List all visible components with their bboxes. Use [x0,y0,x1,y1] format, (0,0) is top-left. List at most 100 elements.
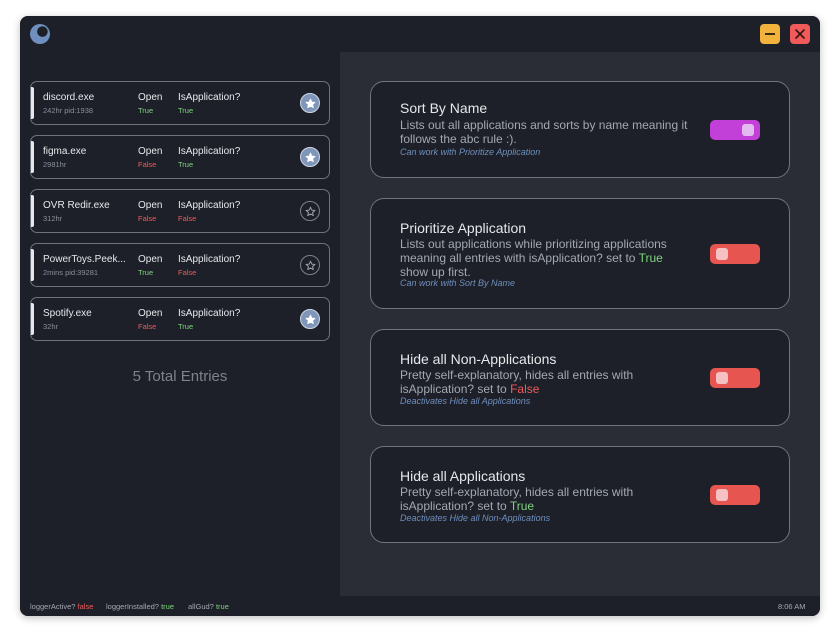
star-icon [305,314,315,324]
setting-title: Hide all Non-Applications [400,351,557,367]
logger-installed-status: loggerInstalled? true [106,602,174,611]
star-icon [305,206,315,216]
isapplication-value: True [178,160,194,169]
entry-accent-bar [31,87,34,119]
entry-uptime: 312hr [43,214,63,223]
entry-name: PowerToys.Peek... [43,254,126,265]
isapplication-label: IsApplication? [178,146,241,157]
isapplication-value: True [178,322,194,331]
entry-card[interactable]: discord.exe 242hr pid:1938 Open True IsAppli… [30,81,330,125]
entry-name: Spotify.exe [43,308,92,319]
entry-name: discord.exe [43,92,95,103]
entry-accent-bar [31,141,34,173]
entry-name: figma.exe [43,146,87,157]
entry-uptime: 2981hr [43,160,67,169]
toggle-knob[interactable] [716,248,728,260]
open-label: Open [138,92,163,103]
entry-card[interactable]: figma.exe 2981hr Open False IsApplication? Tr… [30,135,330,179]
entry-accent-bar [31,249,34,281]
description-text: Lists out applications while prioritizin… [400,237,667,265]
setting-title: Sort By Name [400,100,488,116]
description-text-end: show up first. [400,265,471,279]
open-value: False [138,160,157,169]
isapplication-label: IsApplication? [178,254,241,265]
setting-note: Can work with Prioritize Application [400,147,541,157]
entry-card[interactable]: PowerToys.Peek... 2mins pid:39281 Open True… [30,243,330,287]
isapplication-value: True [178,106,194,115]
open-value: False [138,214,157,223]
description-value: True [509,499,535,513]
setting-description: Lists out applications while prioritizin… [400,237,692,279]
setting-title: Prioritize Application [400,220,527,236]
entry-uptime: 2mins pid:39281 [43,268,99,277]
moon-logo-icon [30,24,50,44]
setting-note: Deactivates Hide all Non-Applications [400,513,551,523]
entry-accent-bar [31,195,34,227]
setting-card: Hide all Applications Pretty self-explana… [370,446,790,543]
isapplication-label: IsApplication? [178,92,241,103]
entry-uptime: 32hr [43,322,59,331]
setting-toggle[interactable] [710,368,760,388]
setting-note: Deactivates Hide all Applications [400,396,531,406]
logger-active-value: false [77,602,94,611]
favorite-star-button[interactable] [300,309,320,329]
logger-active-status: loggerActive? false [30,602,93,611]
open-value: False [138,322,157,331]
description-text: Lists out all applications and sorts by … [400,118,688,146]
setting-description: Pretty self-explanatory, hides all entri… [400,368,692,396]
open-label: Open [138,254,163,265]
minimize-icon [765,33,775,35]
entry-name: OVR Redir.exe [43,200,110,211]
description-value: False [510,382,540,396]
isapplication-value: False [178,268,197,277]
setting-note: Can work with Sort By Name [400,278,516,288]
favorite-star-button[interactable] [300,201,320,221]
title-bar [20,16,820,52]
setting-card: Hide all Non-Applications Pretty self-exp… [370,329,790,426]
total-entries-label: 5 Total Entries [132,368,228,385]
star-icon [305,260,315,270]
favorite-star-button[interactable] [300,147,320,167]
toggle-knob[interactable] [716,372,728,384]
setting-toggle[interactable] [710,485,760,505]
isapplication-label: IsApplication? [178,308,241,319]
logger-installed-label: loggerInstalled? [106,602,159,611]
minimize-button[interactable] [760,24,780,44]
description-value: True [638,251,663,265]
setting-toggle[interactable] [710,244,760,264]
entry-card[interactable]: OVR Redir.exe 312hr Open False IsApplication… [30,189,330,233]
favorite-star-button[interactable] [300,93,320,113]
isapplication-value: False [178,214,197,223]
entry-card[interactable]: Spotify.exe 32hr Open False IsApplication? Tr… [30,297,330,341]
allgud-status: allGud? true [188,602,229,611]
toggle-knob[interactable] [742,124,754,136]
logger-active-label: loggerActive? [30,602,76,611]
close-icon [795,29,805,39]
setting-card: Prioritize Application Lists out applicat… [370,198,790,309]
entry-uptime: 242hr pid:1938 [43,106,94,115]
setting-card: Sort By Name Lists out all applications a… [370,81,790,178]
app-window: discord.exe 242hr pid:1938 Open True IsAppli… [20,16,820,616]
allgud-label: allGud? [188,602,214,611]
open-label: Open [138,200,163,211]
settings-pane: Sort By Name Lists out all applications a… [340,52,820,596]
entry-accent-bar [31,303,34,335]
open-label: Open [138,308,163,319]
logger-installed-value: true [161,602,174,611]
open-value: True [138,106,154,115]
setting-title: Hide all Applications [400,468,526,484]
allgud-value: true [215,602,229,611]
open-value: True [138,268,154,277]
setting-description: Lists out all applications and sorts by … [400,118,692,146]
status-bar: loggerActive? false loggerInstalled? tru… [20,596,820,616]
clock: 8:06 AM [778,602,806,611]
star-icon [305,152,315,162]
setting-description: Pretty self-explanatory, hides all entri… [400,485,692,513]
star-icon [305,98,315,108]
entries-pane: discord.exe 242hr pid:1938 Open True IsAppli… [20,52,340,596]
toggle-knob[interactable] [716,489,728,501]
isapplication-label: IsApplication? [178,200,241,211]
favorite-star-button[interactable] [300,255,320,275]
setting-toggle[interactable] [710,120,760,140]
close-button[interactable] [790,24,810,44]
